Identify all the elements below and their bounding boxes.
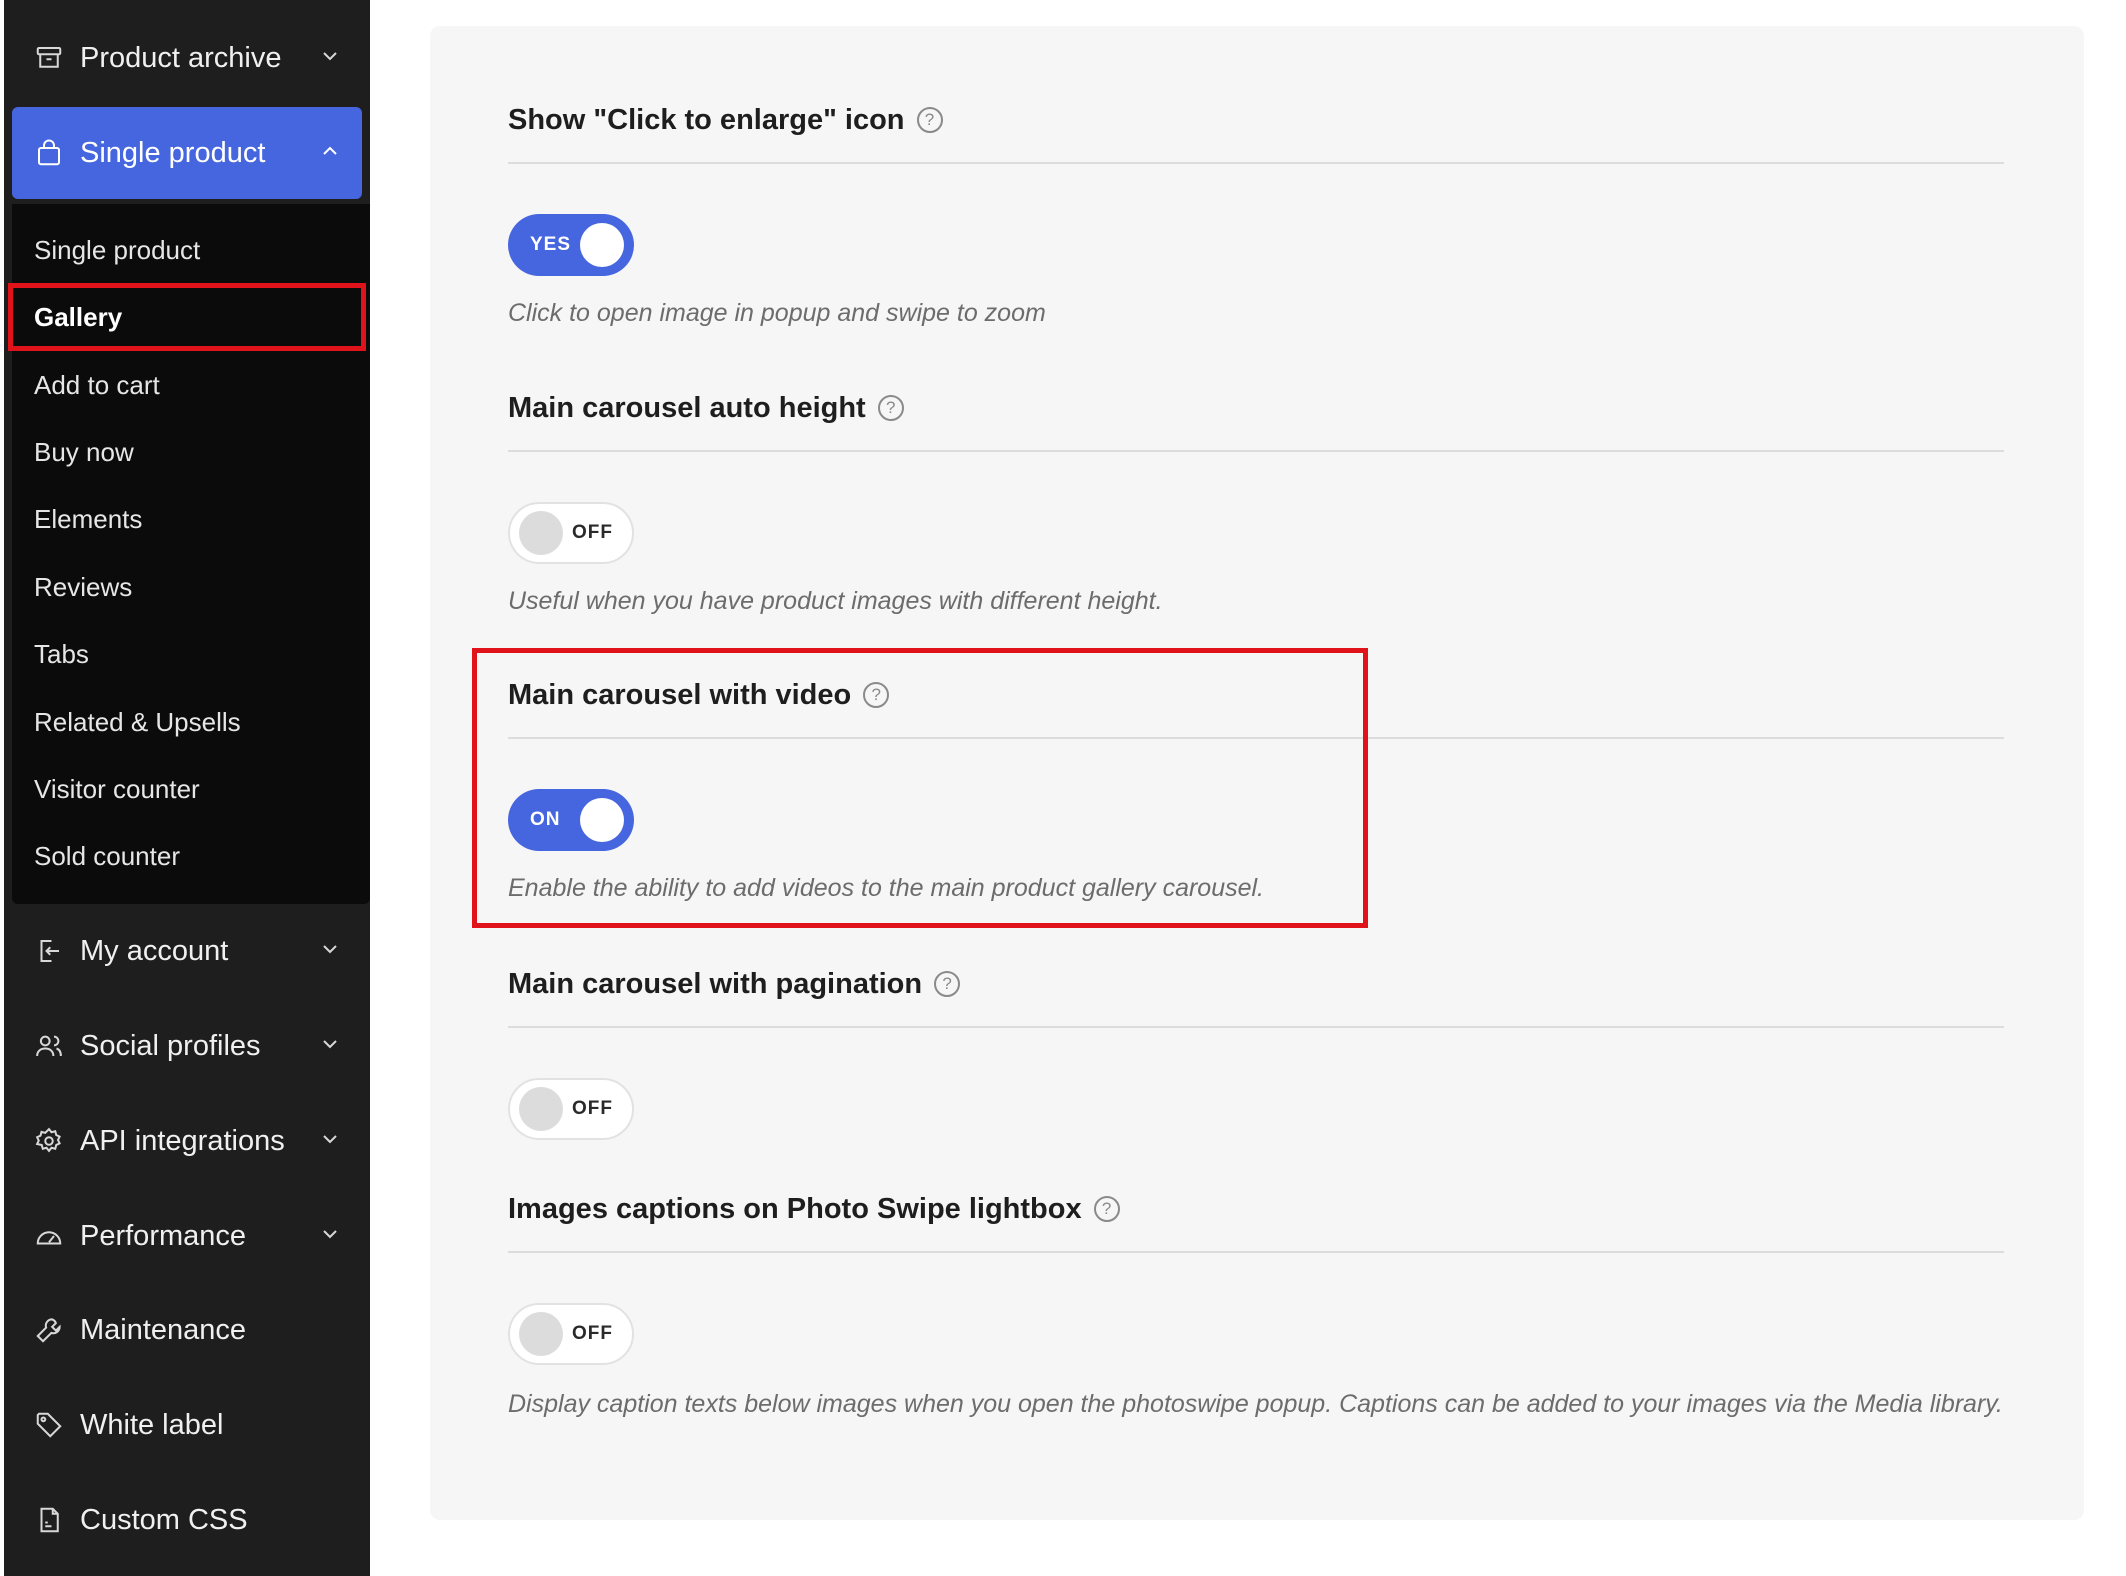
divider [508,1026,2004,1028]
submenu-item-elements[interactable]: Elements [12,487,370,551]
sidebar-item-performance[interactable]: Performance [12,1190,362,1282]
shopping-bag-icon [34,138,64,168]
sidebar-item-my-account[interactable]: My account [12,905,362,997]
setting-title-text: Images captions on Photo Swipe lightbox [508,1192,1082,1225]
divider [508,1251,2004,1253]
sidebar-item-label: Product archive [80,41,282,74]
sidebar: Product archive Single product Single pr… [4,0,370,1576]
toggle-knob [580,223,624,267]
click-to-enlarge-toggle[interactable]: YES [508,214,634,276]
sidebar-item-maintenance[interactable]: Maintenance [12,1284,362,1376]
sidebar-item-single-product[interactable]: Single product [12,107,362,199]
setting-title-text: Main carousel auto height [508,391,866,424]
sidebar-item-label: Performance [80,1219,247,1252]
help-icon[interactable]: ? [916,107,943,133]
carousel-pagination-toggle[interactable]: OFF [508,1078,634,1140]
sidebar-item-label: Single product [80,136,266,169]
sidebar-item-api-integrations[interactable]: API integrations [12,1095,362,1187]
chevron-up-icon [323,146,337,155]
sidebar-item-label: Social profiles [80,1029,261,1062]
chevron-down-icon [323,1135,337,1144]
sidebar-item-white-label[interactable]: White label [12,1379,362,1471]
setting-title: Main carousel with pagination ? [508,962,2004,1006]
help-icon[interactable]: ? [877,395,904,421]
sidebar-item-label: My account [80,934,229,967]
submenu-item-reviews[interactable]: Reviews [12,555,370,619]
tag-icon [34,1410,64,1440]
submenu-item-single-product[interactable]: Single product [12,218,370,282]
users-icon [34,1031,64,1061]
help-icon[interactable]: ? [1093,1196,1120,1222]
toggle-label: OFF [572,1323,613,1344]
submenu-item-add-to-cart[interactable]: Add to cart [12,353,370,417]
help-icon[interactable]: ? [934,971,961,997]
setting-title: Main carousel auto height ? [508,386,2004,430]
sidebar-item-product-archive[interactable]: Product archive [12,12,362,104]
sidebar-item-label: Custom CSS [80,1503,248,1536]
submenu-item-tabs[interactable]: Tabs [12,622,370,686]
setting-description: Display caption texts below images when … [508,1390,2003,1418]
setting-title: Images captions on Photo Swipe lightbox … [508,1187,2004,1231]
submenu-item-visitor-counter[interactable]: Visitor counter [12,757,370,821]
login-icon [34,936,64,966]
chevron-down-icon [323,52,337,61]
setting-title-text: Main carousel with pagination [508,967,923,1000]
submenu-item-buy-now[interactable]: Buy now [12,420,370,484]
archive-icon [34,43,64,73]
wrench-icon [34,1315,64,1345]
toggle-label: OFF [572,1098,613,1119]
setting-photoswipe-captions: Images captions on Photo Swipe lightbox … [508,1187,2004,1418]
sidebar-item-social-profiles[interactable]: Social profiles [12,1000,362,1092]
sidebar-item-label: API integrations [80,1124,285,1157]
toggle-knob [519,1312,563,1356]
setting-click-to-enlarge: Show "Click to enlarge" icon ? YES Click… [508,98,2004,327]
setting-title: Show "Click to enlarge" icon ? [508,98,2004,142]
setting-carousel-pagination: Main carousel with pagination ? OFF [508,962,2004,1140]
setting-title-text: Show "Click to enlarge" icon [508,103,905,136]
toggle-label: OFF [572,522,613,543]
sidebar-item-label: Maintenance [80,1313,247,1346]
gauge-icon [34,1221,64,1251]
chevron-down-icon [323,1040,337,1049]
toggle-knob [519,1087,563,1131]
setting-auto-height: Main carousel auto height ? OFF Useful w… [508,386,2004,615]
submenu-item-sold-counter[interactable]: Sold counter [12,824,370,888]
chevron-down-icon [323,945,337,954]
submenu-item-related-upsells[interactable]: Related & Upsells [12,690,370,754]
sidebar-item-custom-css[interactable]: Custom CSS [12,1474,362,1566]
css-file-icon [34,1505,64,1535]
photoswipe-captions-toggle[interactable]: OFF [508,1303,634,1365]
divider [508,450,2004,452]
chevron-down-icon [323,1230,337,1239]
setting-description: Useful when you have product images with… [508,587,1163,615]
auto-height-toggle[interactable]: OFF [508,502,634,564]
setting-description: Click to open image in popup and swipe t… [508,299,1046,327]
gear-icon [34,1126,64,1156]
toggle-label: YES [530,234,572,255]
gallery-highlight-box [8,283,366,351]
sidebar-item-label: White label [80,1408,224,1441]
toggle-knob [519,511,563,555]
divider [508,162,2004,164]
video-setting-highlight-box [472,648,1368,928]
